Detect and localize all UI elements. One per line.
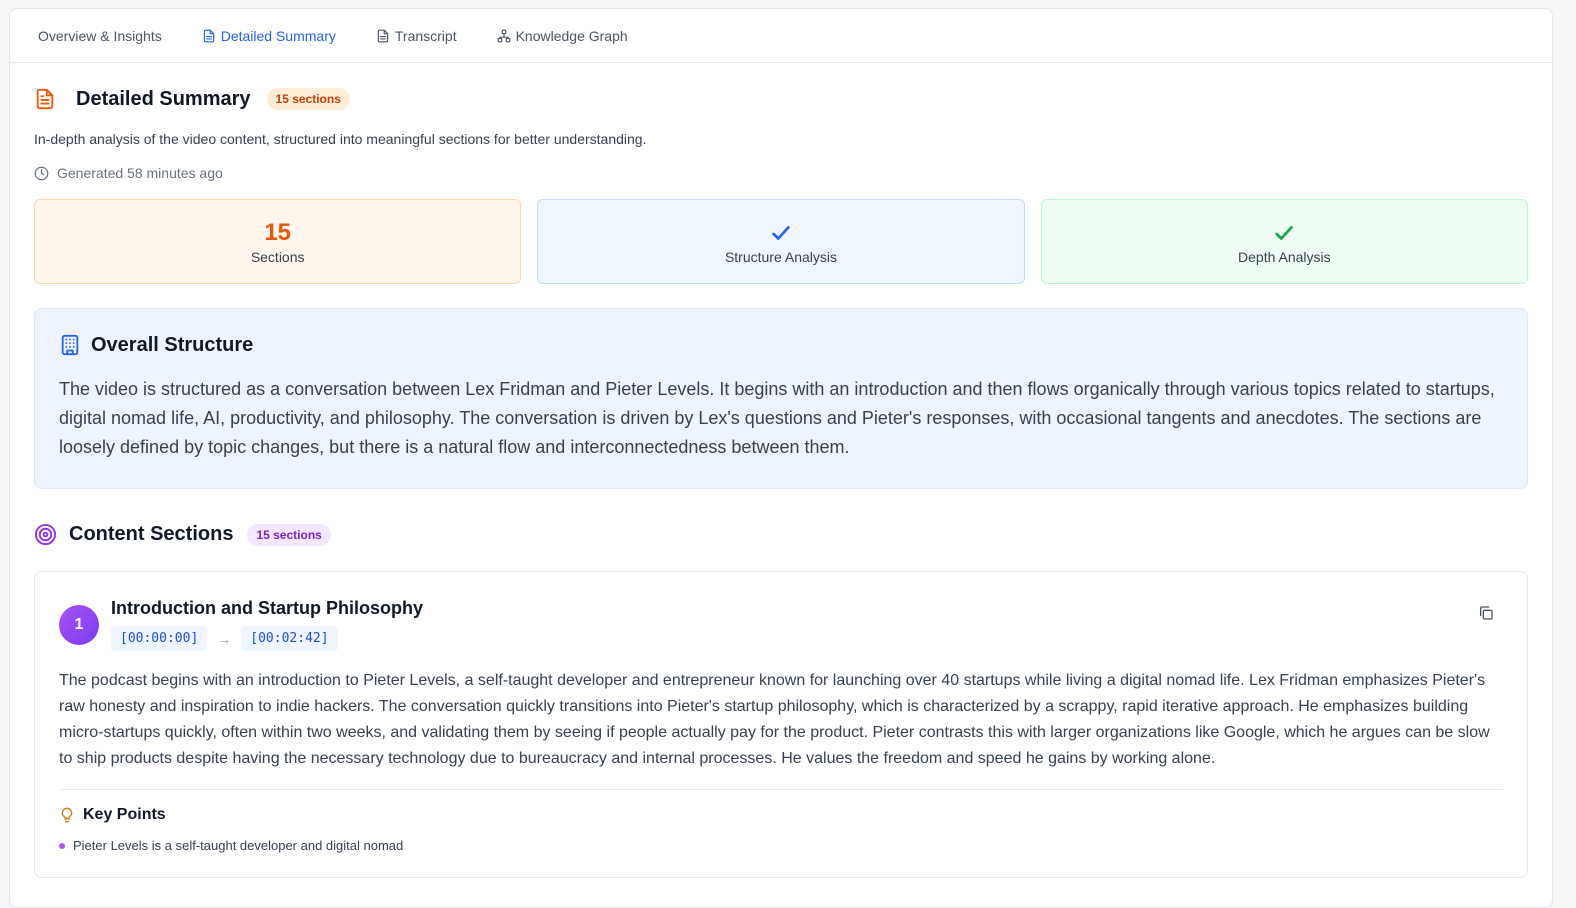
tab-label: Knowledge Graph [515,27,628,44]
list-item: Pieter Levels is a self-taught developer… [59,838,1503,853]
stat-sections-value: 15 [264,218,292,246]
tab-label: Overview & Insights [38,27,162,44]
page-description: In-depth analysis of the video content, … [34,131,647,147]
arrow-right-icon: → [217,630,232,647]
lightbulb-icon [61,807,73,823]
key-points-title: Key Points [83,806,166,823]
section-timestamps: [00:00:00] → [00:02:42] [111,626,423,651]
sections-badge: 15 sections [266,88,350,110]
generated-time: Generated 58 minutes ago [34,165,1528,181]
tab-bar: Overview & Insights Detailed Summary Tra… [10,9,1552,63]
section-body: The podcast begins with an introduction … [59,668,1503,790]
tab-detailed-summary[interactable]: Detailed Summary [202,28,336,44]
overall-structure-text: The video is structured as a conversatio… [59,379,1495,457]
main-content: Detailed Summary 15 sections In-depth an… [10,87,1552,878]
tab-transcript[interactable]: Transcript [376,28,457,44]
document-icon [377,29,389,42]
stat-depth-label: Depth Analysis [1238,248,1331,265]
content-sections-badge: 15 sections [247,523,331,546]
section-card: 1 Introduction and Startup Philosophy [0… [34,571,1528,878]
key-points-header: Key Points [59,806,1503,824]
check-icon [772,225,790,240]
stat-depth-analysis: Depth Analysis [1040,199,1528,284]
stat-structure-analysis: Structure Analysis [537,199,1025,284]
end-timestamp[interactable]: [00:02:42] [241,626,338,651]
stat-sections-label: Sections [250,248,305,265]
content-sections-header: Content Sections 15 sections [34,523,1528,546]
overall-structure-title: Overall Structure [91,333,254,356]
clock-icon [34,166,49,180]
page-title: Detailed Summary [76,87,251,110]
key-points-list: Pieter Levels is a self-taught developer… [59,838,1503,853]
overall-structure-card: Overall Structure The video is structure… [34,308,1528,489]
building-icon [61,334,79,356]
document-icon [36,88,54,110]
generated-text: Generated 58 minutes ago [57,165,223,181]
stat-sections: 15 Sections [34,199,522,284]
document-icon [203,29,214,42]
tab-overview-insights[interactable]: Overview & Insights [38,28,162,44]
tab-label: Detailed Summary [220,27,336,44]
section-title: Introduction and Startup Philosophy [111,598,423,618]
check-icon [1275,225,1294,240]
overall-structure-header: Overall Structure [59,333,1503,357]
copy-button[interactable] [1475,602,1497,624]
network-icon [497,29,511,42]
section-header: 1 Introduction and Startup Philosophy [0… [59,596,1503,651]
page-header: Detailed Summary 15 sections [34,87,1528,111]
tab-knowledge-graph[interactable]: Knowledge Graph [497,28,628,44]
content-sections-title: Content Sections [69,523,234,545]
bullet-dot [59,842,65,849]
section-number: 1 [59,605,99,645]
start-timestamp[interactable]: [00:00:00] [111,626,208,651]
key-point-text: Pieter Levels is a self-taught developer… [73,838,404,853]
app-shell: Overview & Insights Detailed Summary Tra… [9,8,1553,908]
tab-label: Transcript [394,27,457,44]
stats-row: 15 Sections Structure Analysis Depth Ana… [34,199,1528,284]
copy-icon [1480,606,1493,620]
stat-structure-label: Structure Analysis [724,248,838,265]
target-icon [34,523,57,546]
